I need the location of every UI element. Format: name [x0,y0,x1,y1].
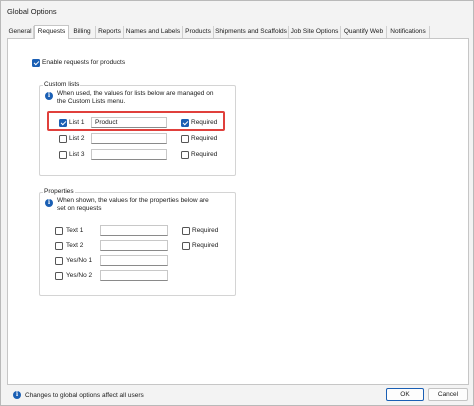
info-icon: i [45,92,53,100]
footer-info-text: Changes to global options affect all use… [25,392,144,399]
title-bar: Global Options [1,1,473,21]
list-1-required-label: Required [191,119,218,126]
enable-requests-label: Enable requests for products [42,59,126,66]
properties-info-line-2: set on requests [57,205,102,212]
tab-names-and-labels[interactable]: Names and Labels [124,26,183,38]
tab-requests[interactable]: Requests [34,25,69,39]
text-2-required-label: Required [192,242,219,249]
enable-requests-checkbox[interactable] [32,59,40,67]
text-2-label: Text 2 [66,242,84,249]
list-1-checkbox[interactable] [59,119,67,127]
yes-no-1-checkbox[interactable] [55,257,63,265]
text-1-checkbox[interactable] [55,227,63,235]
tab-general[interactable]: General [7,26,34,38]
info-icon: i [45,199,53,207]
yes-no-2-label: Yes/No 2 [66,272,93,279]
list-2-required-checkbox[interactable] [181,135,189,143]
list-3-label: List 3 [69,151,85,158]
list-3-field[interactable] [91,149,167,160]
yes-no-1-field[interactable] [100,255,168,266]
list-1-label: List 1 [69,119,85,126]
list-2-required-label: Required [191,135,218,142]
list-3-required-checkbox[interactable] [181,151,189,159]
properties-title: Properties [43,188,75,195]
tab-job-site-options[interactable]: Job Site Options [289,26,341,38]
custom-lists-title: Custom lists [43,81,81,88]
custom-lists-info-line-1: When used, the values for lists below ar… [57,90,214,97]
list-1-field[interactable]: Product [91,117,167,128]
list-2-field[interactable] [91,133,167,144]
tab-billing[interactable]: Billing [69,26,96,38]
tab-reports[interactable]: Reports [96,26,124,38]
text-1-required-checkbox[interactable] [182,227,190,235]
yes-no-2-field[interactable] [100,270,168,281]
text-1-field[interactable] [100,225,168,236]
text-1-label: Text 1 [66,227,84,234]
tab-quantify-web[interactable]: Quantify Web [341,26,387,38]
list-2-label: List 2 [69,135,85,142]
text-2-field[interactable] [100,240,168,251]
text-1-required-label: Required [192,227,219,234]
global-options-window: Global Options General Requests Billing … [0,0,474,406]
tab-strip: General Requests Billing Reports Names a… [7,25,469,39]
window-title: Global Options [7,7,57,16]
text-2-checkbox[interactable] [55,242,63,250]
list-3-required-label: Required [191,151,218,158]
list-2-checkbox[interactable] [59,135,67,143]
info-icon: i [13,391,21,399]
tab-shipments-and-scaffolds[interactable]: Shipments and Scaffolds [214,26,289,38]
yes-no-1-label: Yes/No 1 [66,257,93,264]
properties-info-line-1: When shown, the values for the propertie… [57,197,209,204]
ok-button[interactable]: OK [386,388,424,401]
cancel-button[interactable]: Cancel [428,388,468,401]
yes-no-2-checkbox[interactable] [55,272,63,280]
list-3-checkbox[interactable] [59,151,67,159]
tab-products[interactable]: Products [183,26,214,38]
requests-panel: Enable requests for products Custom list… [7,38,469,385]
list-1-required-checkbox[interactable] [181,119,189,127]
tab-notifications[interactable]: Notifications [387,26,430,38]
custom-lists-info-line-2: the Custom Lists menu. [57,98,126,105]
text-2-required-checkbox[interactable] [182,242,190,250]
